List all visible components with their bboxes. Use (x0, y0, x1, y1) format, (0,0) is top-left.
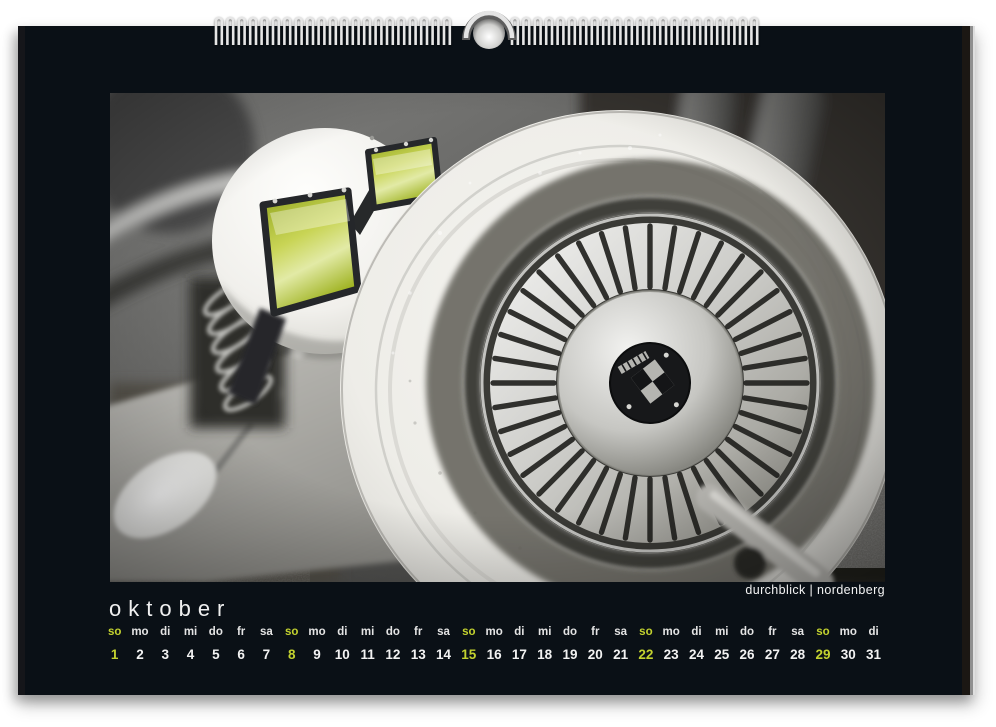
calendar-day-column: do 5 (203, 626, 228, 662)
calendar-day-column: fr 27 (760, 626, 785, 662)
weekday-label: sa (437, 626, 450, 638)
weekday-label: do (740, 626, 754, 638)
weekday-label: fr (591, 626, 599, 638)
calendar-day-column: do 12 (380, 626, 405, 662)
weekday-label: so (462, 626, 475, 638)
date-number: 16 (487, 648, 502, 662)
date-number: 24 (689, 648, 704, 662)
calendar-day-column: di 31 (861, 626, 886, 662)
calendar-day-column: mi 4 (178, 626, 203, 662)
weekday-label: so (108, 626, 121, 638)
photo-image (110, 93, 885, 582)
date-number: 12 (385, 648, 400, 662)
calendar-day-column: mi 11 (355, 626, 380, 662)
date-number: 10 (335, 648, 350, 662)
calendar-day-column: di 10 (330, 626, 355, 662)
calendar-day-column: di 3 (153, 626, 178, 662)
calendar-day-column: mo 23 (659, 626, 684, 662)
date-number: 13 (411, 648, 426, 662)
calendar-row: so 1 mo 2 di 3 mi 4 do 5 fr 6 sa 7 so 8 mo 9 di 10 mi 11 do 12 f… (102, 626, 888, 662)
calendar-day-column: sa 28 (785, 626, 810, 662)
weekday-label: mi (538, 626, 551, 638)
weekday-label: mi (715, 626, 728, 638)
calendar-day-column: so 29 (810, 626, 835, 662)
calendar-day-column: so 15 (456, 626, 481, 662)
calendar-day-column: mi 25 (709, 626, 734, 662)
weekday-label: mo (131, 626, 148, 638)
calendar-day-column: so 8 (279, 626, 304, 662)
weekday-label: mo (663, 626, 680, 638)
calendar-day-column: fr 20 (583, 626, 608, 662)
calendar-day-column: sa 14 (431, 626, 456, 662)
vignette (110, 93, 885, 582)
date-number: 28 (790, 648, 805, 662)
date-number: 7 (263, 648, 271, 662)
date-number: 5 (212, 648, 220, 662)
month-title: oktober (109, 597, 231, 620)
calendar-day-column: sa 7 (254, 626, 279, 662)
date-number: 11 (360, 648, 374, 662)
calendar-day-column: do 19 (557, 626, 582, 662)
weekday-label: mi (184, 626, 197, 638)
date-number: 31 (866, 648, 881, 662)
calendar-day-column: so 1 (102, 626, 127, 662)
calendar-day-column: fr 13 (406, 626, 431, 662)
calendar-sheet: durchblick | nordenberg oktober so1mo2di… (18, 26, 975, 695)
date-number: 30 (841, 648, 856, 662)
calendar-day-column: mo 9 (304, 626, 329, 662)
weekday-label: do (209, 626, 223, 638)
weekday-label: di (337, 626, 347, 638)
date-number: 26 (740, 648, 755, 662)
date-number: 19 (562, 648, 577, 662)
calendar-day-column: di 24 (684, 626, 709, 662)
weekday-label: di (160, 626, 170, 638)
weekday-label: mo (840, 626, 857, 638)
weekday-label: so (285, 626, 298, 638)
date-number: 21 (613, 648, 628, 662)
date-number: 18 (537, 648, 552, 662)
date-number: 22 (638, 648, 653, 662)
calendar-day-column: di 17 (507, 626, 532, 662)
date-number: 2 (136, 648, 144, 662)
weekday-label: so (639, 626, 652, 638)
weekday-label: di (691, 626, 701, 638)
date-number: 27 (765, 648, 780, 662)
weekday-label: di (514, 626, 524, 638)
date-number: 29 (815, 648, 830, 662)
calendar-day-column: mo 16 (481, 626, 506, 662)
date-number: 25 (714, 648, 729, 662)
weekday-label: fr (768, 626, 776, 638)
wall: { "colors": { "accent": "#c3d22f", "cale… (0, 0, 996, 727)
date-number: 23 (664, 648, 679, 662)
weekday-label: mo (308, 626, 325, 638)
date-number: 3 (161, 648, 169, 662)
weekday-label: do (386, 626, 400, 638)
calendar-day-column: do 26 (734, 626, 759, 662)
date-number: 9 (313, 648, 321, 662)
date-number: 14 (436, 648, 451, 662)
weekday-label: sa (791, 626, 804, 638)
calendar-day-column: mi 18 (532, 626, 557, 662)
weekday-label: do (563, 626, 577, 638)
weekday-label: mo (485, 626, 502, 638)
date-number: 4 (187, 648, 195, 662)
date-number: 1 (111, 648, 119, 662)
date-number: 17 (512, 648, 527, 662)
calendar-day-column: sa 21 (608, 626, 633, 662)
weekday-label: sa (260, 626, 273, 638)
date-number: 6 (237, 648, 245, 662)
date-number: 15 (461, 648, 476, 662)
calendar-day-column: fr 6 (228, 626, 253, 662)
calendar-day-column: mo 2 (127, 626, 152, 662)
date-number: 8 (288, 648, 296, 662)
calendar-day-column: so 22 (633, 626, 658, 662)
date-number: 20 (588, 648, 603, 662)
weekday-label: di (868, 626, 878, 638)
weekday-label: so (816, 626, 829, 638)
calendar-day-column: mo 30 (836, 626, 861, 662)
weekday-label: fr (237, 626, 245, 638)
weekday-label: fr (414, 626, 422, 638)
weekday-label: mi (361, 626, 374, 638)
weekday-label: sa (614, 626, 627, 638)
